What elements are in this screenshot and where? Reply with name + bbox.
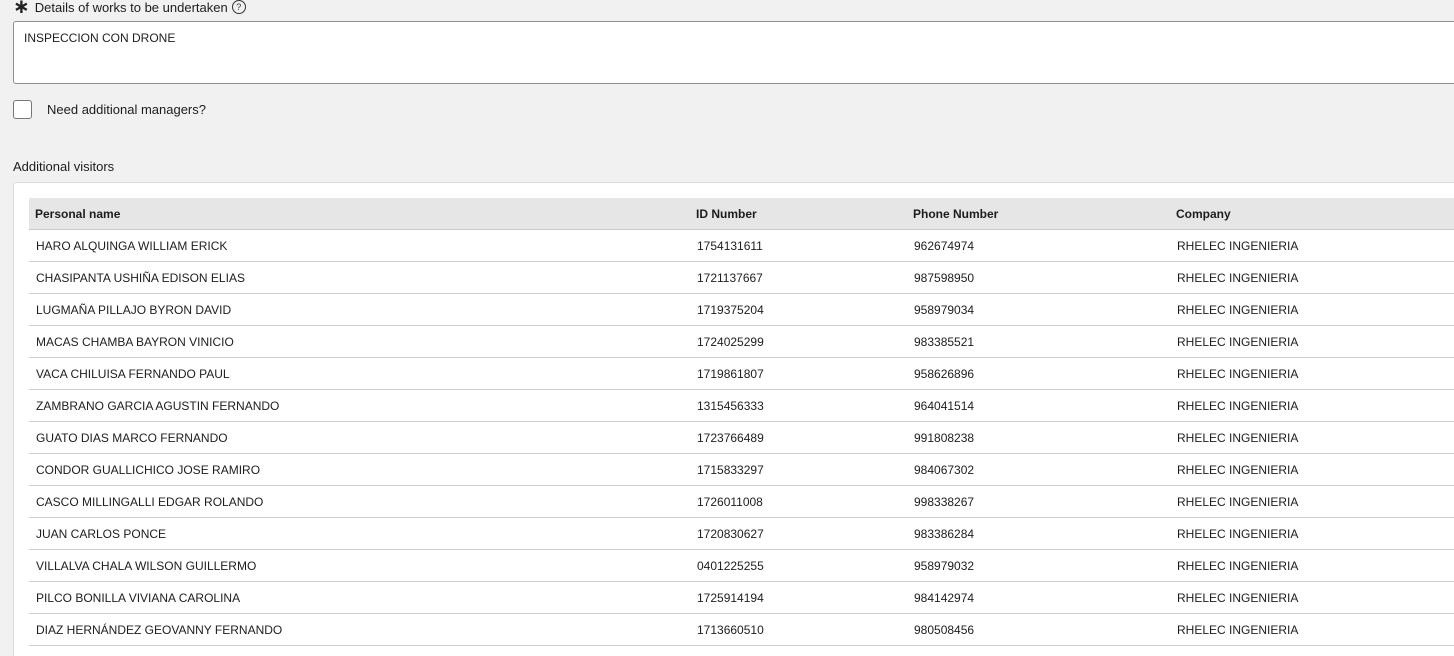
- cell-personal-name: CONDOR GUALLICHICO JOSE RAMIRO: [29, 453, 690, 486]
- cell-id-number: 1725914194: [690, 581, 907, 614]
- cell-phone-number: 958626896: [907, 357, 1170, 390]
- table-row[interactable]: CASCO MILLINGALLI EDGAR ROLANDO 172601100…: [29, 485, 1454, 518]
- table-row[interactable]: VACA CHILUISA FERNANDO PAUL 1719861807 958…: [29, 357, 1454, 390]
- cell-personal-name: PILCO BONILLA VIVIANA CAROLINA: [29, 581, 690, 614]
- cell-company: RHELEC INGENIERIA: [1170, 357, 1454, 390]
- cell-phone-number: 984067302: [907, 453, 1170, 486]
- cell-personal-name: VACA CHILUISA FERNANDO PAUL: [29, 357, 690, 390]
- required-asterisk-icon: ∗: [13, 0, 30, 18]
- table-row[interactable]: CONDOR GUALLICHICO JOSE RAMIRO 1715833297…: [29, 453, 1454, 486]
- cell-company: RHELEC INGENIERIA: [1170, 485, 1454, 518]
- need-managers-checkbox[interactable]: [13, 100, 32, 119]
- cell-personal-name: ZAMBRANO GARCIA AGUSTIN FERNANDO: [29, 389, 690, 422]
- table-row[interactable]: ZAMBRANO GARCIA AGUSTIN FERNANDO 13154563…: [29, 389, 1454, 422]
- cell-company: RHELEC INGENIERIA: [1170, 453, 1454, 486]
- table-row[interactable]: MACAS CHAMBA BAYRON VINICIO 1724025299 983…: [29, 325, 1454, 358]
- table-header-row: Personal name ID Number Phone Number Compan…: [29, 198, 1454, 230]
- cell-id-number: 1723766489: [690, 421, 907, 454]
- cell-personal-name: JUAN CARLOS PONCE: [29, 517, 690, 550]
- column-header-id-number[interactable]: ID Number: [690, 198, 907, 230]
- cell-personal-name: HARO ALQUINGA WILLIAM ERICK: [29, 229, 690, 262]
- cell-phone-number: 983385521: [907, 325, 1170, 358]
- details-label-text: Details of works to be undertaken: [34, 0, 228, 15]
- table-row[interactable]: PILCO BONILLA VIVIANA CAROLINA 1725914194…: [29, 581, 1454, 614]
- cell-id-number: 1726011008: [690, 485, 907, 518]
- cell-phone-number: 983386284: [907, 517, 1170, 550]
- cell-personal-name: GUATO DIAS MARCO FERNANDO: [29, 421, 690, 454]
- cell-company: RHELEC INGENIERIA: [1170, 517, 1454, 550]
- table-row[interactable]: GUATO DIAS MARCO FERNANDO 1723766489 99180…: [29, 421, 1454, 454]
- cell-company: RHELEC INGENIERIA: [1170, 293, 1454, 326]
- column-header-personal-name[interactable]: Personal name: [29, 198, 690, 230]
- cell-phone-number: 980508456: [907, 613, 1170, 646]
- cell-id-number: 1724025299: [690, 325, 907, 358]
- cell-personal-name: LUGMAÑA PILLAJO BYRON DAVID: [29, 293, 690, 326]
- cell-id-number: 1719861807: [690, 357, 907, 390]
- table-row[interactable]: VILLALVA CHALA WILSON GUILLERMO 040122525…: [29, 549, 1454, 582]
- column-header-phone-number[interactable]: Phone Number: [907, 198, 1170, 230]
- help-icon[interactable]: ?: [231, 0, 246, 14]
- cell-phone-number: 991808238: [907, 421, 1170, 454]
- cell-company: RHELEC INGENIERIA: [1170, 613, 1454, 646]
- cell-id-number: 1754131611: [690, 229, 907, 262]
- cell-personal-name: DIAZ HERNÁNDEZ GEOVANNY FERNANDO: [29, 613, 690, 646]
- cell-company: RHELEC INGENIERIA: [1170, 229, 1454, 262]
- cell-phone-number: 998338267: [907, 485, 1170, 518]
- cell-company: RHELEC INGENIERIA: [1170, 261, 1454, 294]
- cell-phone-number: 958979032: [907, 549, 1170, 582]
- managers-checkbox-row[interactable]: Need additional managers?: [13, 99, 206, 120]
- additional-visitors-label: Additional visitors: [13, 159, 115, 174]
- details-textarea[interactable]: INSPECCION CON DRONE: [13, 21, 1454, 84]
- cell-phone-number: 962674974: [907, 229, 1170, 262]
- details-textarea-value: INSPECCION CON DRONE: [24, 31, 176, 45]
- cell-phone-number: 964041514: [907, 389, 1170, 422]
- table-row[interactable]: JUAN CARLOS PONCE 1720830627 983386284 RHEL…: [29, 517, 1454, 550]
- cell-company: RHELEC INGENIERIA: [1170, 325, 1454, 358]
- cell-id-number: 1713660510: [690, 613, 907, 646]
- cell-id-number: 1719375204: [690, 293, 907, 326]
- visitors-table-body: HARO ALQUINGA WILLIAM ERICK 1754131611 962…: [29, 229, 1454, 646]
- cell-id-number: 1721137667: [690, 261, 907, 294]
- cell-phone-number: 958979034: [907, 293, 1170, 326]
- cell-id-number: 1315456333: [690, 389, 907, 422]
- cell-personal-name: CHASIPANTA USHIÑA EDISON ELIAS: [29, 261, 690, 294]
- cell-id-number: 0401225255: [690, 549, 907, 582]
- cell-company: RHELEC INGENIERIA: [1170, 389, 1454, 422]
- cell-phone-number: 987598950: [907, 261, 1170, 294]
- visit-request-form: ∗ Details of works to be undertaken ? IN…: [0, 0, 1454, 656]
- cell-personal-name: CASCO MILLINGALLI EDGAR ROLANDO: [29, 485, 690, 518]
- cell-company: RHELEC INGENIERIA: [1170, 549, 1454, 582]
- table-row[interactable]: HARO ALQUINGA WILLIAM ERICK 1754131611 962…: [29, 229, 1454, 262]
- table-row[interactable]: CHASIPANTA USHIÑA EDISON ELIAS 1721137667…: [29, 261, 1454, 294]
- cell-personal-name: MACAS CHAMBA BAYRON VINICIO: [29, 325, 690, 358]
- cell-company: RHELEC INGENIERIA: [1170, 581, 1454, 614]
- cell-personal-name: VILLALVA CHALA WILSON GUILLERMO: [29, 549, 690, 582]
- need-managers-label: Need additional managers?: [47, 102, 206, 117]
- cell-id-number: 1715833297: [690, 453, 907, 486]
- cell-phone-number: 984142974: [907, 581, 1170, 614]
- cell-company: RHELEC INGENIERIA: [1170, 421, 1454, 454]
- details-field-label: ∗ Details of works to be undertaken ?: [13, 0, 246, 18]
- cell-id-number: 1720830627: [690, 517, 907, 550]
- column-header-company[interactable]: Company: [1170, 198, 1454, 230]
- table-row[interactable]: LUGMAÑA PILLAJO BYRON DAVID 1719375204 958…: [29, 293, 1454, 326]
- visitors-table: Personal name ID Number Phone Number Compan…: [29, 198, 1454, 646]
- table-row[interactable]: DIAZ HERNÁNDEZ GEOVANNY FERNANDO 17136605…: [29, 613, 1454, 646]
